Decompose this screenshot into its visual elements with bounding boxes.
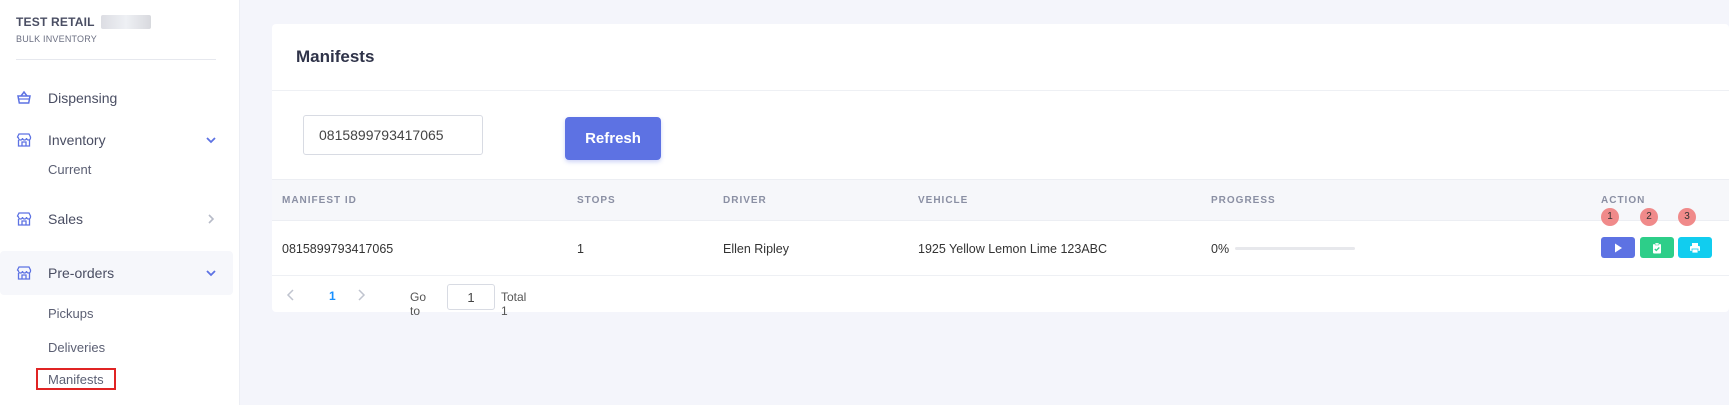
column-header-vehicle: VEHICLE	[918, 195, 969, 206]
sidebar-subitem-manifests[interactable]: Manifests	[36, 368, 116, 390]
clipboard-check-icon	[1653, 242, 1661, 253]
chevron-right-icon	[208, 214, 215, 224]
cell-progress: 0%	[1211, 242, 1371, 256]
manifest-search-input[interactable]	[303, 115, 483, 155]
play-icon	[1615, 243, 1622, 252]
sidebar-subitem-current[interactable]: Current	[48, 162, 91, 177]
cell-driver: Ellen Ripley	[723, 242, 790, 256]
printer-icon	[1690, 242, 1700, 253]
brand-title-text: TEST RETAIL	[16, 15, 95, 29]
page-number-current[interactable]: 1	[329, 289, 336, 303]
step-badge: 2	[1640, 208, 1658, 226]
page-title: Manifests	[296, 47, 375, 66]
chevron-down-icon	[206, 270, 216, 277]
sidebar-item-inventory[interactable]: Inventory	[0, 118, 233, 162]
goto-page-input[interactable]	[447, 284, 495, 310]
sidebar-item-label: Pre-orders	[48, 265, 115, 281]
chevron-right-icon[interactable]	[355, 288, 367, 302]
column-header-stops: STOPS	[577, 195, 616, 206]
table-row: 0815899793417065 1 Ellen Ripley 1925 Yel…	[272, 208, 1729, 276]
column-header-action: ACTION	[1601, 195, 1646, 206]
column-header-progress: PROGRESS	[1211, 195, 1276, 206]
refresh-button[interactable]: Refresh	[565, 117, 661, 160]
cell-manifest-id: 0815899793417065	[282, 242, 394, 256]
sidebar-subitem-deliveries[interactable]: Deliveries	[48, 340, 105, 355]
store-icon	[16, 133, 32, 147]
print-manifest-button[interactable]: 3	[1678, 208, 1712, 258]
manifests-card: Manifests Refresh MANIFEST ID STOPS DRIV…	[272, 24, 1729, 318]
brand: TEST RETAIL BULK INVENTORY	[0, 0, 239, 44]
complete-manifest-button[interactable]: 2	[1640, 208, 1674, 258]
sidebar-item-sales[interactable]: Sales	[0, 197, 233, 241]
cell-vehicle: 1925 Yellow Lemon Lime 123ABC	[918, 242, 1108, 256]
table-header: MANIFEST ID STOPS DRIVER VEHICLE PROGRES…	[272, 179, 1729, 221]
brand-redacted	[100, 15, 151, 29]
basket-icon	[17, 90, 31, 104]
total-count: Total 1	[501, 290, 527, 318]
cell-stops: 1	[577, 242, 584, 256]
step-badge: 1	[1601, 208, 1619, 226]
progress-bar	[1235, 247, 1355, 250]
sidebar-item-label: Inventory	[48, 132, 106, 148]
goto-label: Go to	[410, 290, 427, 318]
column-header-manifest-id: MANIFEST ID	[282, 195, 357, 206]
sidebar-item-pre-orders[interactable]: Pre-orders	[0, 251, 233, 295]
brand-divider	[16, 59, 216, 60]
brand-subtitle: BULK INVENTORY	[16, 34, 97, 44]
step-badge: 3	[1678, 208, 1696, 226]
sidebar: TEST RETAIL BULK INVENTORY Dispensing In…	[0, 0, 240, 405]
chevron-left-icon[interactable]	[285, 288, 297, 302]
sidebar-subitem-pickups[interactable]: Pickups	[48, 306, 94, 321]
chevron-down-icon	[206, 137, 216, 144]
store-icon	[16, 212, 32, 226]
sidebar-item-dispensing[interactable]: Dispensing	[0, 76, 233, 120]
header-divider	[272, 90, 1729, 91]
brand-title: TEST RETAIL	[16, 15, 224, 29]
column-header-driver: DRIVER	[723, 195, 767, 206]
store-icon	[16, 266, 32, 280]
start-manifest-button[interactable]: 1	[1601, 208, 1635, 258]
sidebar-item-label: Dispensing	[48, 90, 118, 106]
progress-text: 0%	[1211, 242, 1230, 256]
sidebar-item-label: Sales	[48, 211, 84, 227]
